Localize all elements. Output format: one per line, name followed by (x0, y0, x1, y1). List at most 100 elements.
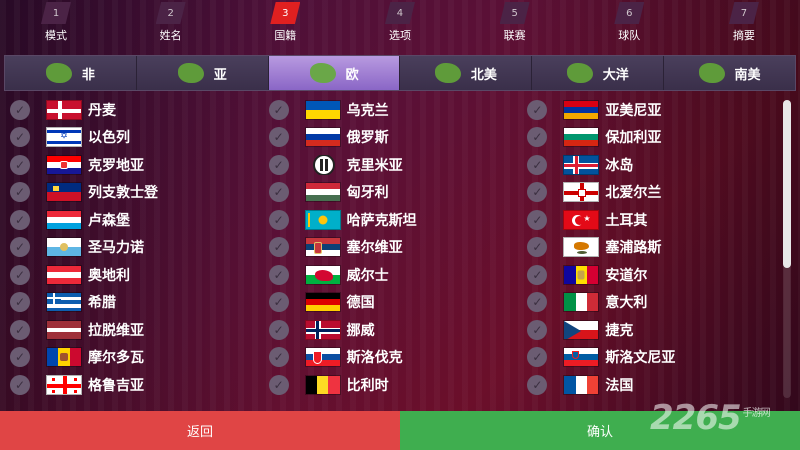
checkbox-icon[interactable]: ✓ (268, 209, 289, 230)
bulgaria-flag (563, 127, 600, 148)
country-row-italy[interactable]: ✓ 意大利 (521, 289, 780, 317)
step-nationality[interactable]: 3 国籍 (245, 0, 325, 48)
country-row-norway[interactable]: ✓ 挪威 (263, 316, 522, 344)
country-row-cyprus[interactable]: ✓ 塞浦路斯 (521, 234, 780, 262)
checkbox-icon[interactable]: ✓ (527, 99, 548, 120)
checkbox-icon[interactable]: ✓ (10, 209, 30, 230)
country-row-georgia[interactable]: ✓ 格鲁吉亚 (4, 371, 263, 399)
greece-flag (46, 292, 82, 313)
country-row-northern-ireland[interactable]: ✓ 北爱尔兰 (521, 179, 780, 207)
country-row-bulgaria[interactable]: ✓ 保加利亚 (521, 124, 780, 152)
list-scrollbar[interactable] (783, 100, 791, 398)
country-row-liechtenstein[interactable]: ✓ 列支敦士登 (4, 179, 263, 207)
country-row-austria[interactable]: ✓ 奥地利 (4, 261, 263, 289)
back-button[interactable]: 返回 (0, 411, 400, 450)
country-row-denmark[interactable]: ✓ 丹麦 (4, 96, 263, 124)
checkbox-icon[interactable]: ✓ (527, 154, 548, 175)
country-name: 卢森堡 (88, 212, 130, 229)
watermark-logo: 2265 手游网 (650, 398, 771, 442)
tab-south-america[interactable]: 南美 (664, 56, 795, 90)
checkbox-icon[interactable]: ✓ (10, 347, 30, 368)
checkbox-icon[interactable]: ✓ (10, 292, 30, 313)
country-row-croatia[interactable]: ✓ 克罗地亚 (4, 151, 263, 179)
country-row-belgium[interactable]: ✓ 比利时 (263, 371, 522, 399)
checkbox-icon[interactable]: ✓ (10, 99, 30, 120)
step-name[interactable]: 2 姓名 (131, 0, 211, 48)
step-mode[interactable]: 1 模式 (16, 0, 96, 48)
checkbox-icon[interactable]: ✓ (527, 127, 548, 148)
checkbox-icon[interactable]: ✓ (268, 182, 289, 203)
checkbox-icon[interactable]: ✓ (268, 154, 289, 175)
country-row-russia[interactable]: ✓ 俄罗斯 (263, 124, 522, 152)
checkbox-icon[interactable]: ✓ (527, 182, 548, 203)
checkbox-icon[interactable]: ✓ (527, 347, 548, 368)
checkbox-icon[interactable]: ✓ (268, 99, 289, 120)
checkbox-icon[interactable]: ✓ (268, 347, 289, 368)
country-row-kazakhstan[interactable]: ✓ 哈萨克斯坦 (263, 206, 522, 234)
checkbox-icon[interactable]: ✓ (527, 292, 548, 313)
checkbox-icon[interactable]: ✓ (268, 374, 289, 395)
northern-ireland-flag (563, 182, 600, 203)
country-row-moldova[interactable]: ✓ 摩尔多瓦 (4, 344, 263, 372)
tab-north-america[interactable]: 北美 (400, 56, 533, 90)
oceania-icon (566, 63, 593, 83)
country-name: 哈萨克斯坦 (346, 212, 417, 229)
checkbox-icon[interactable]: ✓ (10, 182, 30, 203)
checkbox-icon[interactable]: ✓ (268, 127, 289, 148)
country-row-andorra[interactable]: ✓ 安道尔 (521, 261, 780, 289)
country-row-greece[interactable]: ✓ 希腊 (4, 289, 263, 317)
country-row-france[interactable]: ✓ 法国 (521, 371, 780, 399)
russia-flag (304, 127, 341, 148)
tab-label: 大洋 (602, 67, 629, 83)
country-row-wales[interactable]: ✓ 威尔士 (263, 261, 522, 289)
country-row-turkey[interactable]: ✓ ★ 土耳其 (521, 206, 780, 234)
country-row-hungary[interactable]: ✓ 匈牙利 (263, 179, 522, 207)
tab-europe[interactable]: 欧 (268, 56, 401, 90)
country-row-ukraine[interactable]: ✓ 乌克兰 (263, 96, 522, 124)
checkbox-icon[interactable]: ✓ (10, 374, 30, 395)
checkbox-icon[interactable]: ✓ (268, 319, 289, 340)
checkbox-icon[interactable]: ✓ (268, 264, 289, 285)
checkbox-icon[interactable]: ✓ (527, 209, 548, 230)
country-row-israel[interactable]: ✓ ✡ 以色列 (4, 124, 263, 152)
country-row-germany[interactable]: ✓ 德国 (263, 289, 522, 317)
checkbox-icon[interactable]: ✓ (527, 374, 548, 395)
checkbox-icon[interactable]: ✓ (527, 237, 548, 258)
checkbox-icon[interactable]: ✓ (10, 127, 30, 148)
country-list[interactable]: ✓ 丹麦 ✓ ✡ 以色列 ✓ 克罗地亚 ✓ 列支敦士登 ✓ 卢森堡 ✓ 圣马力诺… (4, 96, 780, 400)
country-row-san-marino[interactable]: ✓ 圣马力诺 (4, 234, 263, 262)
country-name: 威尔士 (346, 267, 389, 284)
checkbox-icon[interactable]: ✓ (10, 154, 30, 175)
country-row-latvia[interactable]: ✓ 拉脱维亚 (4, 316, 263, 344)
country-name: 斯洛文尼亚 (605, 350, 676, 367)
step-label: 球队 (618, 29, 641, 42)
tab-asia[interactable]: 亚 (136, 56, 269, 90)
country-row-armenia[interactable]: ✓ 亚美尼亚 (521, 96, 780, 124)
step-label: 姓名 (159, 29, 182, 42)
step-options[interactable]: 4 选项 (360, 0, 440, 48)
country-row-serbia[interactable]: ✓ 塞尔维亚 (263, 234, 522, 262)
step-team[interactable]: 6 球队 (589, 0, 669, 48)
region-tabs: 非 亚 欧 北美 大洋 南美 (4, 55, 796, 91)
country-row-crimea[interactable]: ✓ 克里米亚 (263, 151, 522, 179)
tab-label: 南美 (734, 67, 761, 83)
checkbox-icon[interactable]: ✓ (527, 264, 548, 285)
country-row-iceland[interactable]: ✓ 冰岛 (521, 151, 780, 179)
checkbox-icon[interactable]: ✓ (268, 237, 289, 258)
checkbox-icon[interactable]: ✓ (10, 237, 30, 258)
step-league[interactable]: 5 联赛 (475, 0, 555, 48)
country-row-slovenia[interactable]: ✓ 斯洛文尼亚 (521, 344, 780, 372)
checkbox-icon[interactable]: ✓ (527, 319, 548, 340)
checkbox-icon[interactable]: ✓ (10, 319, 30, 340)
country-row-slovakia[interactable]: ✓ 斯洛伐克 (263, 344, 522, 372)
country-column: ✓ 乌克兰 ✓ 俄罗斯 ✓ 克里米亚 ✓ 匈牙利 ✓ 哈萨克斯坦 ✓ 塞尔维亚 … (263, 96, 522, 400)
tab-africa[interactable]: 非 (5, 56, 137, 90)
checkbox-icon[interactable]: ✓ (268, 292, 289, 313)
step-summary[interactable]: 7 摘要 (704, 0, 784, 48)
scrollbar-thumb[interactable] (783, 100, 791, 268)
country-name: 塞尔维亚 (346, 240, 403, 257)
tab-oceania[interactable]: 大洋 (532, 56, 665, 90)
country-row-czech[interactable]: ✓ 捷克 (521, 316, 780, 344)
checkbox-icon[interactable]: ✓ (10, 264, 30, 285)
country-row-luxembourg[interactable]: ✓ 卢森堡 (4, 206, 263, 234)
